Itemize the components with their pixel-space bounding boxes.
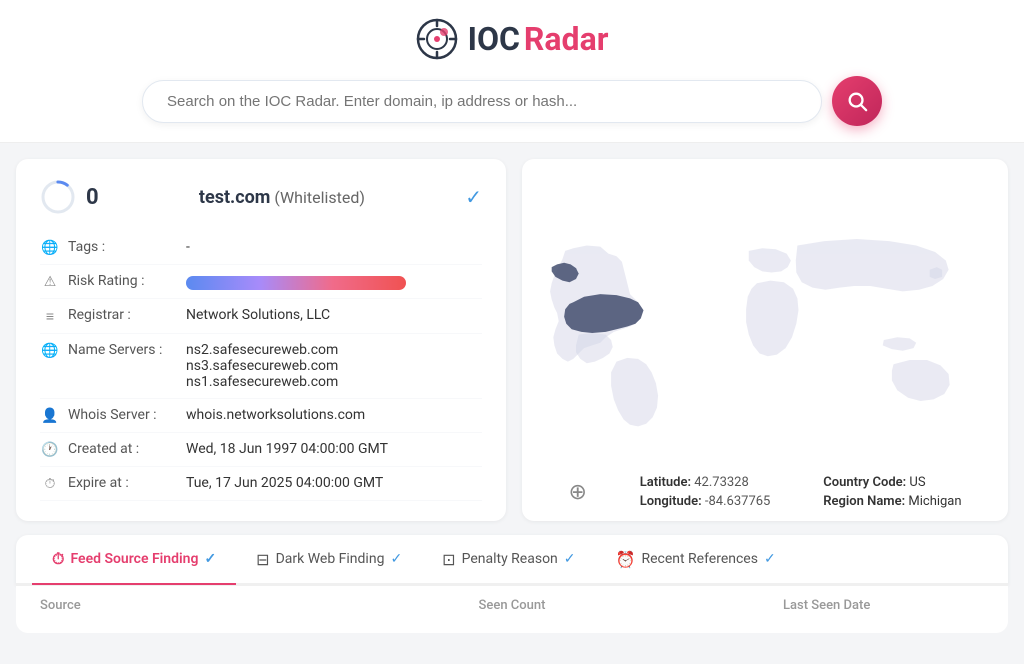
verified-check-icon: ✓ (465, 185, 482, 209)
created-row: 🕐 Created at : Wed, 18 Jun 1997 04:00:00… (40, 433, 482, 467)
registrar-label: Registrar : (68, 307, 178, 323)
timer-icon: ⏱ (40, 476, 60, 492)
tab-feed-source[interactable]: ⏱ Feed Source Finding ✓ (32, 535, 236, 585)
region-info: Region Name: Michigan (823, 494, 961, 509)
expire-value: Tue, 17 Jun 2025 04:00:00 GMT (186, 475, 383, 491)
tags-value: - (186, 239, 190, 255)
tab-dark-web[interactable]: ⊟ Dark Web Finding ✓ (236, 535, 422, 585)
risk-gradient-bar (186, 276, 406, 290)
domain-name: test.com (199, 187, 271, 208)
dark-web-icon: ⊟ (256, 550, 269, 569)
nameserver3: ns1.safesecureweb.com (186, 374, 338, 390)
map-country-info: Country Code: US Region Name: Michigan (823, 475, 961, 509)
tags-row: 🌐 Tags : - (40, 231, 482, 265)
search-button[interactable] (832, 76, 882, 126)
tabs-section: ⏱ Feed Source Finding ✓ ⊟ Dark Web Findi… (16, 535, 1008, 585)
world-map (522, 210, 1008, 470)
whois-label: Whois Server : (68, 407, 178, 423)
created-value: Wed, 18 Jun 1997 04:00:00 GMT (186, 441, 388, 457)
tabs-nav: ⏱ Feed Source Finding ✓ ⊟ Dark Web Findi… (16, 535, 1008, 585)
list-icon: ≡ (40, 308, 60, 325)
ioc-radar-logo-icon (416, 18, 458, 60)
globe-icon: 🌐 (40, 240, 60, 256)
map-panel: ⊕ Latitude: 42.73328 Longitude: -84.6377… (522, 159, 1008, 521)
latitude-info: Latitude: 42.73328 (640, 475, 771, 490)
domain-score-number: 0 (86, 185, 99, 210)
domain-whitelisted-label: (Whitelisted) (274, 188, 365, 207)
search-icon (846, 90, 868, 112)
main-content: 0 test.com (Whitelisted) ✓ 🌐 Tags : - ⚠ … (0, 143, 1024, 521)
logo-container: IOC Radar (0, 18, 1024, 60)
page-header: IOC Radar (0, 0, 1024, 143)
country-code-info: Country Code: US (823, 475, 961, 490)
longitude-info: Longitude: -84.637765 (640, 494, 771, 509)
created-label: Created at : (68, 441, 178, 457)
tab-references[interactable]: ⏰ Recent References ✓ (596, 535, 796, 585)
domain-header: 0 test.com (Whitelisted) ✓ (40, 179, 482, 215)
whois-row: 👤 Whois Server : whois.networksolutions.… (40, 399, 482, 433)
search-bar-wrapper (0, 76, 1024, 126)
logo-text: IOC Radar (468, 20, 609, 58)
dark-web-check-icon: ✓ (390, 551, 402, 567)
warning-icon: ⚠ (40, 274, 60, 290)
feed-check-icon: ✓ (204, 551, 216, 567)
domain-score: 0 (40, 179, 99, 215)
penalty-icon: ⊡ (442, 550, 455, 569)
table-header: Source Seen Count Last Seen Date (16, 585, 1008, 625)
col-last-seen: Last Seen Date (669, 598, 984, 613)
tab-penalty[interactable]: ⊡ Penalty Reason ✓ (422, 535, 595, 585)
logo-radar: Radar (524, 20, 608, 58)
search-input-container (142, 80, 822, 123)
domain-name-block: test.com (Whitelisted) (199, 187, 365, 208)
whois-value: whois.networksolutions.com (186, 407, 365, 423)
globe2-icon: 🌐 (40, 343, 60, 359)
table-section: Source Seen Count Last Seen Date (16, 585, 1008, 633)
user-icon: 👤 (40, 408, 60, 424)
clock-icon: 🕐 (40, 442, 60, 458)
score-ring-icon (40, 179, 76, 215)
nameservers-values: ns2.safesecureweb.com ns3.safesecureweb.… (186, 342, 338, 390)
map-coordinates: Latitude: 42.73328 Longitude: -84.637765 (640, 475, 771, 509)
map-info-bottom: ⊕ Latitude: 42.73328 Longitude: -84.6377… (522, 475, 1008, 509)
penalty-check-icon: ✓ (564, 551, 576, 567)
references-icon: ⏰ (616, 550, 636, 569)
expire-label: Expire at : (68, 475, 178, 491)
col-source: Source (40, 598, 355, 613)
col-seen-count: Seen Count (355, 598, 670, 613)
references-check-icon: ✓ (764, 551, 776, 567)
registrar-value: Network Solutions, LLC (186, 307, 330, 323)
map-container: ⊕ Latitude: 42.73328 Longitude: -84.6377… (522, 159, 1008, 521)
location-icon: ⊕ (568, 480, 586, 505)
search-input[interactable] (167, 93, 797, 110)
logo-ioc: IOC (468, 20, 520, 58)
risk-label: Risk Rating : (68, 273, 178, 289)
nameservers-label: Name Servers : (68, 342, 178, 358)
expire-row: ⏱ Expire at : Tue, 17 Jun 2025 04:00:00 … (40, 467, 482, 501)
nameserver2: ns3.safesecureweb.com (186, 358, 338, 374)
tags-label: Tags : (68, 239, 178, 255)
domain-details-panel: 0 test.com (Whitelisted) ✓ 🌐 Tags : - ⚠ … (16, 159, 506, 521)
nameserver1: ns2.safesecureweb.com (186, 342, 338, 358)
registrar-row: ≡ Registrar : Network Solutions, LLC (40, 299, 482, 334)
nameservers-row: 🌐 Name Servers : ns2.safesecureweb.com n… (40, 334, 482, 399)
feed-source-icon: ⏱ (52, 549, 64, 569)
risk-rating-row: ⚠ Risk Rating : (40, 265, 482, 299)
